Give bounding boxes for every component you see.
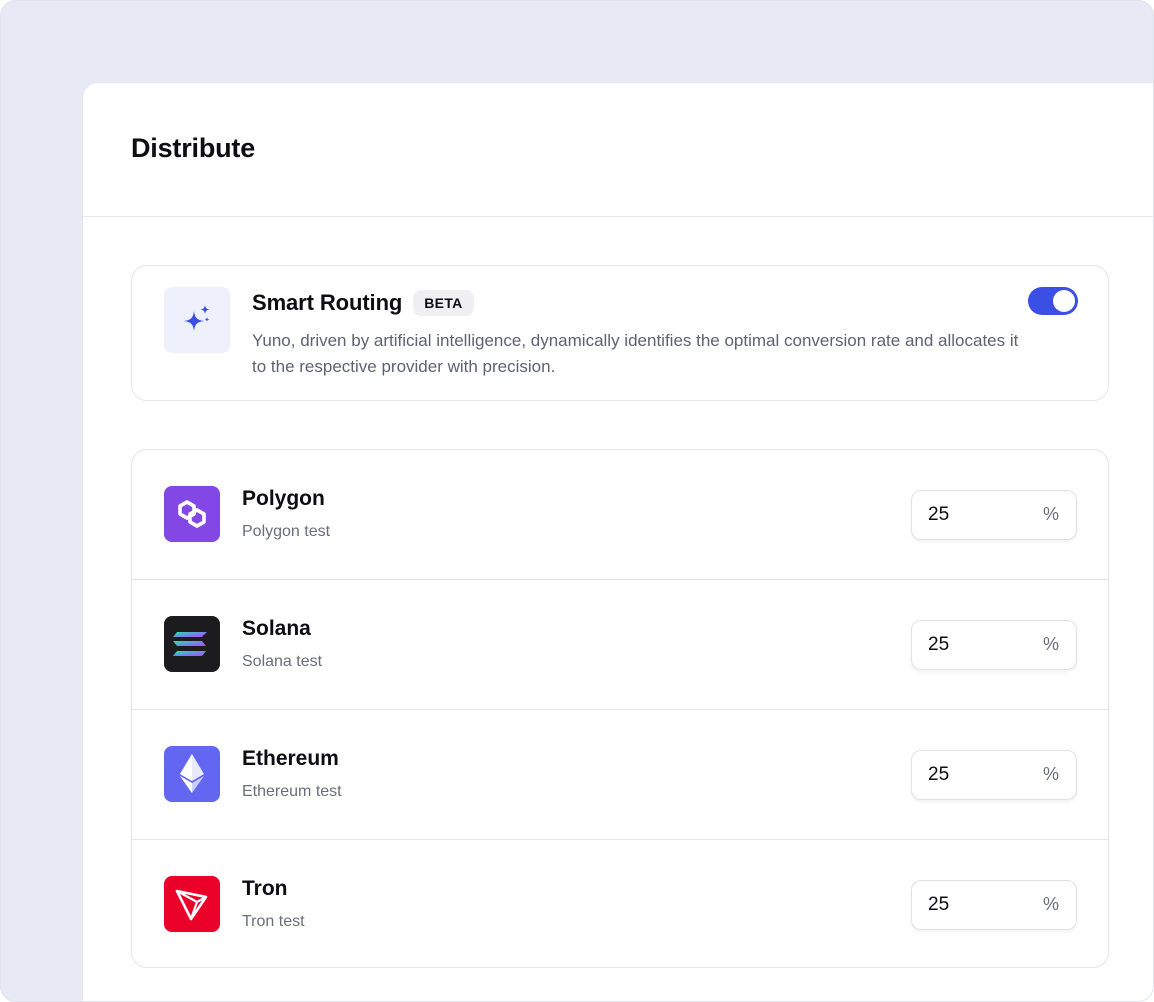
provider-row-solana: Solana Solana test % [132,580,1108,710]
provider-row-tron: Tron Tron test % [132,840,1108,967]
percent-sign: % [1042,504,1059,524]
percentage-input[interactable] [912,504,1022,526]
provider-row-ethereum: Ethereum Ethereum test % [132,710,1108,840]
percentage-input[interactable] [912,764,1022,786]
toggle-knob [1053,290,1075,312]
provider-subtitle: Tron test [242,913,305,930]
smart-routing-card: Smart Routing BETA Yuno, driven by artif… [131,265,1109,401]
smart-routing-title: Smart Routing [252,290,403,315]
provider-name: Solana [242,617,311,640]
percent-sign: % [1042,634,1059,654]
percentage-field-polygon: % [911,490,1077,540]
distribute-panel: Distribute Smart Routing BETA Yuno, driv… [82,82,1153,1001]
provider-name: Polygon [242,487,325,510]
provider-row-polygon: Polygon Polygon test % [132,450,1108,580]
app-background: Distribute Smart Routing BETA Yuno, driv… [0,0,1154,1002]
ethereum-logo-icon [164,746,220,802]
percentage-input[interactable] [912,634,1022,656]
tron-logo-icon [164,876,220,932]
solana-logo-icon [164,616,220,672]
percentage-field-solana: % [911,620,1077,670]
panel-header: Distribute [83,83,1153,217]
beta-badge: BETA [413,290,474,316]
page-title: Distribute [131,133,256,163]
percentage-field-tron: % [911,880,1077,930]
sparkles-icon [164,287,230,353]
provider-name: Tron [242,877,288,900]
polygon-logo-icon [164,486,220,542]
smart-routing-description: Yuno, driven by artificial intelligence,… [252,331,1019,376]
provider-subtitle: Polygon test [242,523,331,540]
smart-routing-title-row: Smart Routing BETA [252,290,474,316]
provider-subtitle: Ethereum test [242,783,342,800]
smart-routing-toggle[interactable] [1028,287,1078,315]
provider-subtitle: Solana test [242,653,323,670]
provider-list: Polygon Polygon test % [131,449,1109,968]
percent-sign: % [1042,764,1059,784]
percent-sign: % [1042,894,1059,914]
percentage-field-ethereum: % [911,750,1077,800]
provider-name: Ethereum [242,747,339,770]
percentage-input[interactable] [912,894,1022,916]
